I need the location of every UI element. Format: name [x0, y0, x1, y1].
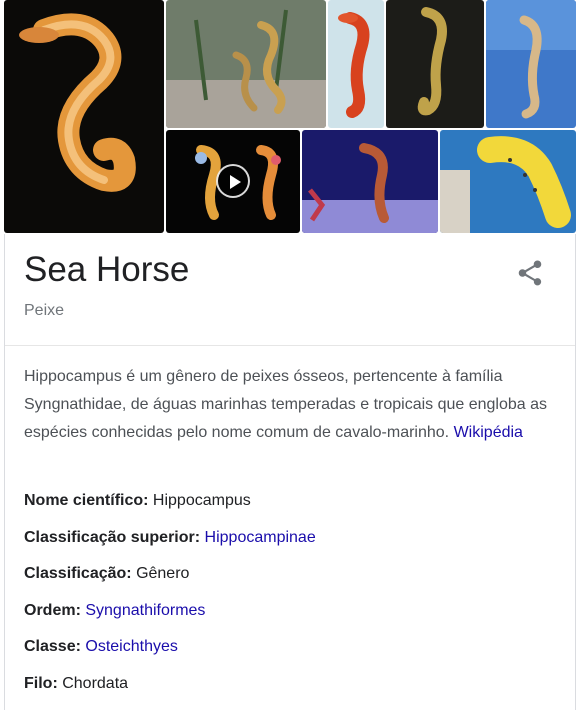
- play-icon[interactable]: [216, 164, 250, 198]
- entity-title: Sea Horse: [24, 250, 190, 289]
- image-gallery: [4, 0, 576, 234]
- fact-value-link[interactable]: Syngnathiformes: [85, 602, 205, 619]
- fact-value: Gênero: [136, 565, 190, 582]
- fact-value: Chordata: [62, 674, 129, 692]
- fact-row: Classificação: Gênero: [24, 563, 564, 600]
- fact-value-link[interactable]: Hippocampinae: [205, 529, 316, 546]
- share-icon[interactable]: [515, 258, 545, 288]
- fact-label: Ordem:: [24, 601, 81, 619]
- fact-row: Classe: Osteichthyes: [24, 636, 564, 673]
- gallery-image-7[interactable]: [440, 130, 576, 233]
- gallery-image-2[interactable]: [166, 0, 326, 128]
- fact-label: Classificação:: [24, 565, 132, 582]
- card-border-right: [575, 234, 576, 710]
- gallery-image-3[interactable]: [328, 0, 384, 128]
- entity-subtitle: Peixe: [24, 302, 65, 319]
- fact-label: Filo:: [24, 674, 58, 692]
- card-border-left: [4, 234, 5, 710]
- fact-row: Filo: Chordata: [24, 673, 564, 710]
- divider: [5, 345, 575, 346]
- gallery-image-6[interactable]: [302, 130, 438, 233]
- gallery-image-5[interactable]: [486, 0, 576, 128]
- fact-label: Classificação superior:: [24, 528, 201, 546]
- facts-list: Nome científico: Hippocampus Classificaç…: [24, 490, 564, 709]
- fact-label: Nome científico:: [24, 492, 149, 509]
- wikipedia-link[interactable]: Wikipédia: [454, 424, 523, 441]
- fact-value-link[interactable]: Osteichthyes: [85, 638, 177, 655]
- fact-row: Ordem: Syngnathiformes: [24, 600, 564, 637]
- entity-description: Hippocampus é um gênero de peixes ósseos…: [24, 363, 559, 447]
- gallery-image-1[interactable]: [4, 0, 164, 233]
- fact-row: Nome científico: Hippocampus: [24, 490, 564, 527]
- fact-label: Classe:: [24, 638, 81, 655]
- gallery-image-4[interactable]: [386, 0, 484, 128]
- fact-row: Classificação superior: Hippocampinae: [24, 527, 564, 564]
- fact-value: Hippocampus: [152, 492, 251, 509]
